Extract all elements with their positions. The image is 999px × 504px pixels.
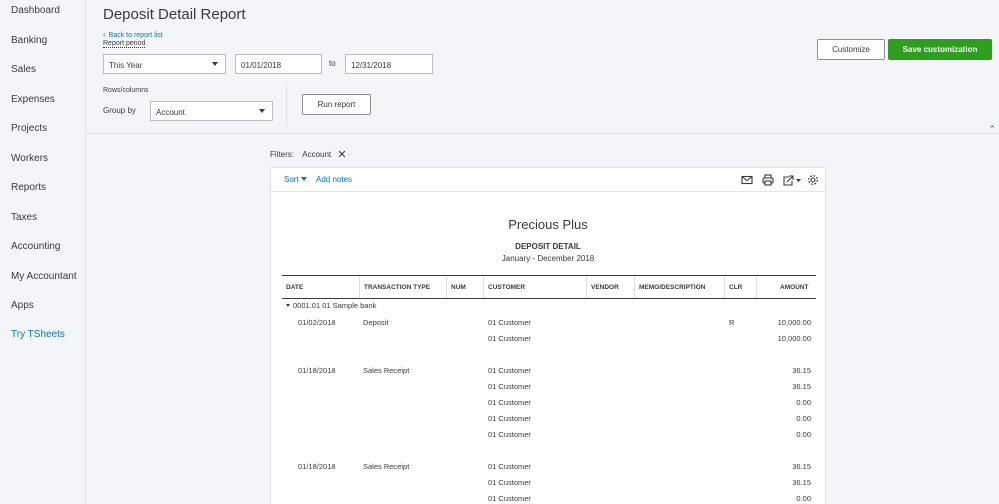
cell-amount: 0.00 bbox=[796, 494, 811, 503]
cell-customer: 01 Customer bbox=[488, 414, 531, 423]
column-header-transaction-type[interactable]: TRANSACTION TYPE bbox=[364, 284, 430, 291]
cell-amount: 0.00 bbox=[796, 430, 811, 439]
report-period-value: This Year bbox=[109, 61, 143, 70]
column-header-vendor[interactable]: VENDOR bbox=[591, 284, 619, 291]
nav-banking[interactable]: Banking bbox=[11, 35, 47, 46]
cell-customer: 01 Customer bbox=[488, 318, 531, 327]
printer-icon[interactable] bbox=[762, 174, 774, 186]
sort-label: Sort bbox=[284, 175, 299, 184]
cell-customer: 01 Customer bbox=[488, 494, 531, 503]
filters-label: Filters: bbox=[270, 150, 294, 159]
cell-amount: 36.15 bbox=[792, 478, 811, 487]
nav-dashboard[interactable]: Dashboard bbox=[11, 5, 60, 16]
left-nav: Dashboard Banking Sales Expenses Project… bbox=[0, 0, 86, 504]
report-date-range: January - December 2018 bbox=[501, 254, 595, 263]
report-header: Deposit Detail Report ‹ Back to report li… bbox=[86, 0, 999, 134]
customize-button[interactable]: Customize bbox=[817, 39, 885, 60]
group-by-label: Group by bbox=[103, 106, 136, 115]
cell-date: 01/18/2018 bbox=[298, 366, 336, 375]
report-period-label: Report period bbox=[103, 40, 146, 48]
nav-taxes[interactable]: Taxes bbox=[11, 212, 37, 223]
report-toolbar: Sort Add notes bbox=[271, 168, 825, 192]
sort-dropdown[interactable]: Sort bbox=[284, 175, 307, 184]
nav-projects[interactable]: Projects bbox=[11, 123, 47, 134]
gear-icon[interactable] bbox=[807, 174, 819, 186]
caret-down-icon bbox=[259, 109, 265, 113]
nav-workers[interactable]: Workers bbox=[11, 153, 48, 164]
group-by-select[interactable]: Account bbox=[150, 101, 273, 121]
collapse-up-icon[interactable]: ⌃ bbox=[988, 124, 996, 135]
cell-amount: 10,000.00 bbox=[777, 318, 811, 327]
envelope-icon[interactable] bbox=[741, 174, 753, 186]
cell-amount: 0.00 bbox=[796, 414, 811, 423]
back-to-report-list-link[interactable]: ‹ Back to report list bbox=[103, 30, 163, 39]
report-period-select[interactable]: This Year bbox=[103, 54, 226, 74]
table-header: DATE TRANSACTION TYPE NUM CUSTOMER VENDO… bbox=[282, 275, 816, 299]
nav-expenses[interactable]: Expenses bbox=[11, 94, 55, 105]
report-content-area: Filters: Account ✕ Sort Add notes Precio… bbox=[86, 135, 999, 504]
cell-date: 01/02/2018 bbox=[298, 318, 336, 327]
column-divider bbox=[756, 276, 757, 298]
to-date-input[interactable]: 12/31/2018 bbox=[345, 54, 433, 74]
nav-apps[interactable]: Apps bbox=[11, 300, 34, 311]
cell-customer: 01 Customer bbox=[488, 478, 531, 487]
company-name: Precious Plus bbox=[508, 217, 588, 232]
caret-down-icon bbox=[300, 177, 307, 181]
cell-customer: 01 Customer bbox=[488, 462, 531, 471]
filter-chip-account: Account bbox=[302, 150, 332, 159]
page-title: Deposit Detail Report bbox=[103, 6, 246, 23]
report-title: DEPOSIT DETAIL bbox=[515, 242, 581, 251]
cell-customer: 01 Customer bbox=[488, 366, 531, 375]
filters-bar: Filters: Account ✕ bbox=[270, 148, 347, 161]
save-customization-button[interactable]: Save customization bbox=[888, 39, 992, 60]
group-by-value: Account bbox=[156, 108, 185, 117]
column-divider bbox=[483, 276, 484, 298]
cell-customer: 01 Customer bbox=[488, 398, 531, 407]
cell-amount: 0.00 bbox=[796, 398, 811, 407]
caret-down-icon bbox=[286, 304, 290, 307]
column-divider bbox=[446, 276, 447, 298]
cell-type[interactable]: Sales Receipt bbox=[363, 462, 409, 471]
cell-customer: 01 Customer bbox=[488, 430, 531, 439]
column-header-date[interactable]: DATE bbox=[286, 284, 303, 291]
cell-amount: 36.15 bbox=[792, 382, 811, 391]
nav-reports[interactable]: Reports bbox=[11, 182, 46, 193]
cell-amount: 10,000.00 bbox=[777, 334, 811, 343]
cell-customer: 01 Customer bbox=[488, 334, 531, 343]
group-label: 0001.01 01 Sample bank bbox=[293, 301, 377, 310]
chevron-left-icon: ‹ bbox=[103, 30, 106, 39]
column-divider bbox=[586, 276, 587, 298]
add-notes-link[interactable]: Add notes bbox=[316, 175, 352, 184]
column-divider bbox=[359, 276, 360, 298]
close-icon[interactable]: ✕ bbox=[337, 149, 346, 161]
cell-type[interactable]: Deposit bbox=[363, 318, 388, 327]
rows-columns-label: Rows/columns bbox=[103, 87, 149, 94]
cell-amount: 36.15 bbox=[792, 366, 811, 375]
to-label: to bbox=[329, 59, 336, 68]
column-header-clr[interactable]: CLR bbox=[729, 284, 742, 291]
column-divider bbox=[634, 276, 635, 298]
column-header-num[interactable]: NUM bbox=[451, 284, 466, 291]
caret-down-icon bbox=[212, 62, 218, 66]
cell-amount: 36.15 bbox=[792, 462, 811, 471]
export-icon[interactable] bbox=[782, 174, 802, 186]
report-panel: Sort Add notes Precious Plus DEPOSIT DET… bbox=[270, 167, 826, 504]
column-header-customer[interactable]: CUSTOMER bbox=[488, 284, 525, 291]
divider bbox=[286, 86, 287, 126]
back-link-label: Back to report list bbox=[108, 32, 163, 39]
column-divider bbox=[724, 276, 725, 298]
column-header-memo[interactable]: MEMO/DESCRIPTION bbox=[639, 284, 705, 291]
cell-type[interactable]: Sales Receipt bbox=[363, 366, 409, 375]
nav-try-tsheets[interactable]: Try TSheets bbox=[11, 329, 65, 340]
group-row-sample-bank[interactable]: 0001.01 01 Sample bank bbox=[286, 301, 376, 310]
column-header-amount[interactable]: AMOUNT bbox=[780, 284, 809, 291]
nav-my-accountant[interactable]: My Accountant bbox=[11, 271, 77, 282]
cell-clr: R bbox=[729, 318, 735, 327]
nav-sales[interactable]: Sales bbox=[11, 64, 36, 75]
run-report-button[interactable]: Run report bbox=[302, 94, 371, 115]
from-date-input[interactable]: 01/01/2018 bbox=[235, 54, 322, 74]
cell-date: 01/18/2018 bbox=[298, 462, 336, 471]
cell-customer: 01 Customer bbox=[488, 382, 531, 391]
nav-accounting[interactable]: Accounting bbox=[11, 241, 60, 252]
